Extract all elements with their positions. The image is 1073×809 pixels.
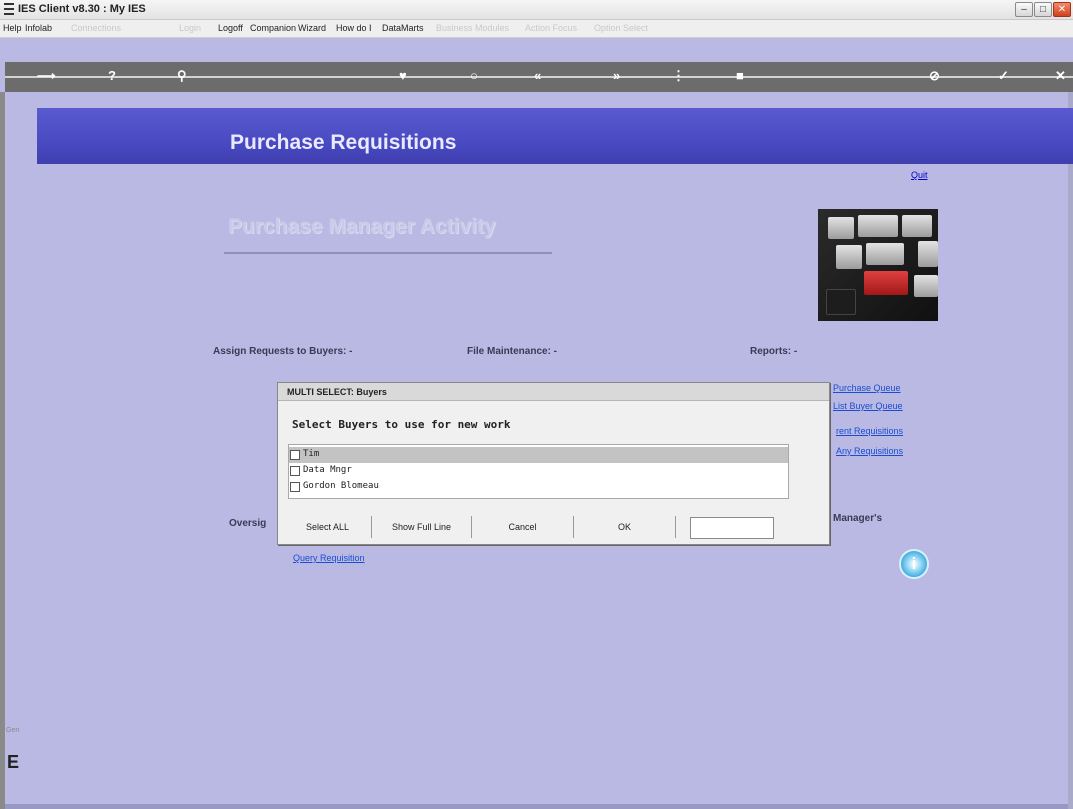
current-requisitions-link[interactable]: rent Requisitions <box>836 426 903 436</box>
list-buyer-queue-link[interactable]: List Buyer Queue <box>833 401 903 411</box>
list-item[interactable]: Data Mngr <box>289 463 788 479</box>
minimize-button[interactable]: – <box>1015 2 1033 17</box>
list-item[interactable]: Tim <box>289 447 788 463</box>
key-image <box>918 241 938 267</box>
oversight-label: Oversig <box>229 518 267 529</box>
filter-input[interactable] <box>690 517 774 539</box>
help-icon[interactable]: ? <box>108 66 116 86</box>
managers-label: Manager's <box>833 513 883 524</box>
close-window-button[interactable]: ✕ <box>1053 2 1071 17</box>
menu-connections: Connections <box>71 23 122 33</box>
quit-link[interactable]: Quit <box>911 170 928 180</box>
list-item-label: Data Mngr <box>303 465 352 475</box>
select-all-button[interactable]: Select ALL <box>284 516 372 538</box>
key-image <box>826 289 856 315</box>
stop-icon[interactable]: ■ <box>736 66 744 86</box>
key-image <box>828 217 854 239</box>
menu-option-select: Option Select <box>594 23 649 33</box>
reports-label: Reports: - <box>750 346 798 357</box>
menu-wizard[interactable]: Wizard <box>298 23 326 33</box>
app-menu-icon[interactable] <box>4 3 14 15</box>
info-icon[interactable]: i <box>899 549 929 579</box>
sidebar-letter: E <box>7 752 20 772</box>
any-requisitions-link[interactable]: Any Requisitions <box>836 446 903 456</box>
heading-underline <box>224 252 552 254</box>
cancel-button[interactable]: Cancel <box>472 516 574 538</box>
arrow-icon[interactable]: ⟶ <box>37 66 56 86</box>
key-image <box>836 245 862 269</box>
menu-logoff[interactable]: Logoff <box>218 23 243 33</box>
menu-bar: Help Infolab Connections Login Logoff Co… <box>0 20 1073 38</box>
menu-login: Login <box>179 23 202 33</box>
maximize-button[interactable]: □ <box>1034 2 1052 17</box>
file-maintenance-label: File Maintenance: - <box>467 346 558 357</box>
forward-icon[interactable]: » <box>613 66 620 86</box>
menu-action-focus: Action Focus <box>525 23 578 33</box>
key-image <box>902 215 932 237</box>
query-requisition-link[interactable]: Query Requisition <box>293 553 365 563</box>
key-image <box>914 275 938 297</box>
list-item-label: Gordon Blomeau <box>303 481 379 491</box>
menu-datamarts[interactable]: DataMarts <box>382 23 424 33</box>
show-full-line-button[interactable]: Show Full Line <box>372 516 472 538</box>
right-panel-border <box>1068 92 1073 809</box>
checkbox[interactable] <box>290 482 300 492</box>
menu-infolab[interactable]: Infolab <box>25 23 52 33</box>
key-image <box>858 215 898 237</box>
menu-how-do-i[interactable]: How do I <box>336 23 372 33</box>
dialog-titlebar: MULTI SELECT: Buyers <box>278 383 829 401</box>
dialog-title: MULTI SELECT: Buyers <box>287 387 387 397</box>
close-icon[interactable]: ✕ <box>1055 66 1066 86</box>
favorite-icon[interactable]: ♥ <box>399 66 407 86</box>
ok-button[interactable]: OK <box>574 516 676 538</box>
refresh-icon[interactable]: ○ <box>470 66 478 86</box>
keyboard-image <box>818 209 938 321</box>
bottom-panel-border <box>5 804 1068 809</box>
window-titlebar: IES Client v8.30 : My IES – □ ✕ <box>0 0 1073 20</box>
menu-icon[interactable]: ⋮ <box>672 66 685 86</box>
menu-companion[interactable]: Companion <box>250 23 296 33</box>
buyer-list: Tim Data Mngr Gordon Blomeau <box>288 444 789 499</box>
left-panel-border <box>0 92 5 809</box>
multi-select-dialog: MULTI SELECT: Buyers Select Buyers to us… <box>277 382 830 545</box>
checkbox[interactable] <box>290 450 300 460</box>
ok-icon[interactable]: ✓ <box>998 66 1009 86</box>
dialog-prompt: Select Buyers to use for new work <box>292 418 511 431</box>
window-title: IES Client v8.30 : My IES <box>18 3 146 15</box>
menu-help[interactable]: Help <box>3 23 22 33</box>
sidebar-small-text: Gen <box>6 727 20 734</box>
back-icon[interactable]: « <box>534 66 541 86</box>
cancel-icon[interactable]: ⊘ <box>929 66 940 86</box>
search-icon[interactable]: ⚲ <box>177 66 187 86</box>
toolbar: ⟶ ? ⚲ ♥ ○ « » ⋮ ■ ⊘ ✓ ✕ <box>5 62 1073 92</box>
menu-business-modules: Business Modules <box>436 23 510 33</box>
purchase-queue-link[interactable]: Purchase Queue <box>833 383 901 393</box>
checkbox[interactable] <box>290 466 300 476</box>
assign-requests-label: Assign Requests to Buyers: - <box>213 346 353 357</box>
list-item-label: Tim <box>303 449 320 459</box>
red-key-image <box>864 271 908 295</box>
list-item[interactable]: Gordon Blomeau <box>289 479 788 495</box>
section-heading: Purchase Manager Activity <box>228 215 496 238</box>
page-title: Purchase Requisitions <box>230 131 457 154</box>
page-banner <box>37 108 1073 164</box>
key-image <box>866 243 904 265</box>
